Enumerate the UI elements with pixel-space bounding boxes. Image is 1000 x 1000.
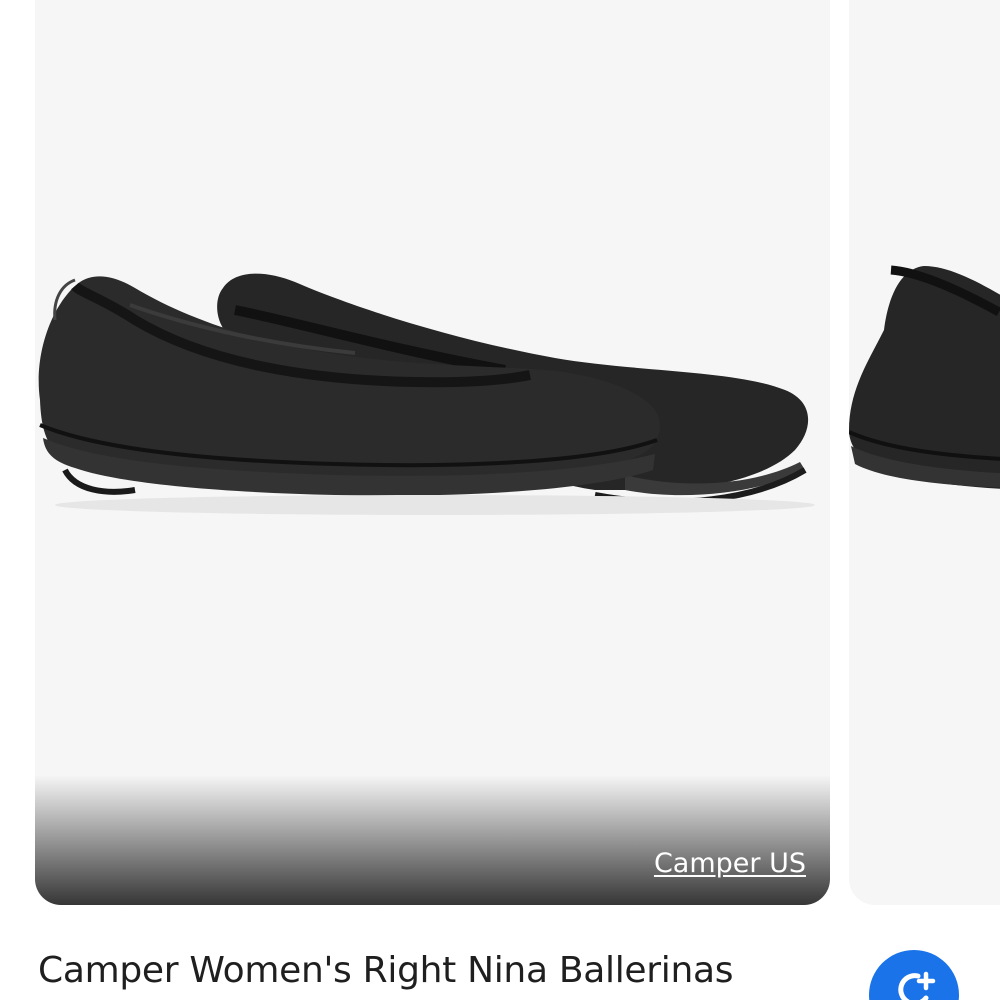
- source-link[interactable]: Camper US: [654, 848, 806, 879]
- product-image: [38, 273, 815, 515]
- image-viewer: Camper US Camper Women's Right Nina Ball…: [0, 0, 1000, 1000]
- product-title[interactable]: Camper Women's Right Nina Ballerinas: [38, 950, 734, 991]
- next-image-card[interactable]: [849, 0, 1000, 905]
- image-caption-overlay: [35, 775, 830, 905]
- add-to-collection-button[interactable]: [869, 950, 959, 1000]
- next-product-image: [849, 265, 1000, 489]
- product-image-card[interactable]: Camper US: [35, 0, 830, 905]
- add-to-collection-icon: [898, 971, 936, 1000]
